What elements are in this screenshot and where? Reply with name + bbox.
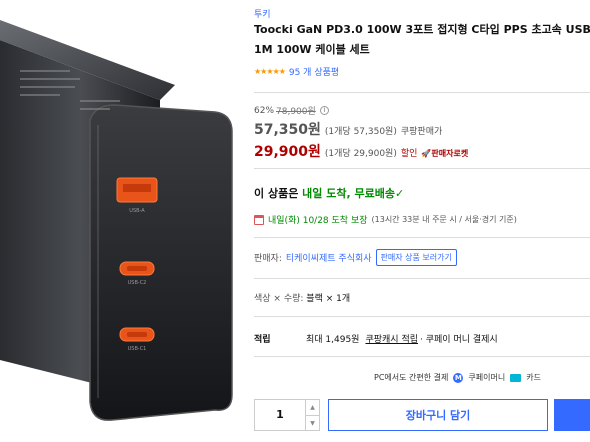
option-row: 색상 × 수량: 블랙 × 1개 [254,291,350,304]
product-title: Toocki GaN PD3.0 100W 3포트 접지형 C타입 PPS 초고… [254,23,590,56]
rating[interactable]: ★★★★★ 95 개 상품평 [254,65,339,78]
coupang-unit-price: (1개당 57,350원) [324,127,397,137]
sale-price-row: 29,900원 (1개당 29,900원) 할인 🚀판매자로켓 [254,141,468,161]
delivery-prefix: 이 상품은 [254,187,303,200]
seller-rocket-badge: 🚀판매자로켓 [421,149,469,158]
delivery-date: 내일(화) 10/28 도착 보장 [268,216,368,226]
sale-label: 할인 [400,149,418,159]
coupang-cash-link[interactable]: 쿠팡캐시 적립 [365,332,418,345]
quantity-stepper[interactable]: 1 ▲ ▼ [254,399,320,431]
delivery-condition: (13시간 33분 내 주문 시 / 서울·경기 기준) [371,215,517,224]
brand-link[interactable]: 투키 [254,7,271,20]
svg-text:USB-A: USB-A [129,208,145,214]
sale-unit-price: (1개당 29,900원) [324,149,397,159]
divider [254,356,590,357]
divider [254,168,590,169]
sale-price: 29,900원 [254,144,321,160]
divider [254,92,590,93]
seller-row: 판매자: 티케이씨제트 주식회사 판매자 상품 보러가기 [254,249,457,266]
points-label: 적립 [254,335,271,345]
seller-label: 판매자: [254,254,282,264]
quantity-up-icon[interactable]: ▲ [306,400,319,416]
delivery-date-row: 내일(화) 10/28 도착 보장 (13시간 33분 내 주문 시 / 서울·… [254,213,517,226]
delivery-summary: 이 상품은 내일 도착, 무료배송✓ [254,185,404,201]
divider [254,278,590,279]
divider [254,237,590,238]
delivery-highlight: 내일 도착, 무료배송 [302,187,395,200]
coupang-price-row: 57,350원 (1개당 57,350원) 쿠팡판매가 [254,119,442,139]
calendar-icon [254,214,264,225]
points-max: 최대 1,495원 [306,335,360,345]
original-price-row: 62% 78,900원 i [254,104,329,117]
check-icon: ✓ [394,187,405,200]
option-label: 색상 × 수량: [254,294,304,304]
card-icon [510,373,522,382]
product-image[interactable]: USB-A USB-C2 USB-C1 [0,0,240,442]
coupang-price-label: 쿠팡판매가 [400,127,443,137]
points-condition: · 쿠페이 머니 결제시 [420,335,498,345]
svg-text:USB-C2: USB-C2 [128,280,147,286]
svg-text:USB-C1: USB-C1 [128,346,147,352]
payment-text: PC에서도 간편한 결제 [374,373,449,382]
card-label[interactable]: 카드 [526,372,541,383]
discount-rate: 62% [254,105,275,116]
option-value: 블랙 × 1개 [306,294,351,304]
coupay-label[interactable]: 쿠페이머니 [468,372,505,383]
seller-name-link[interactable]: 티케이씨제트 주식회사 [286,251,372,264]
coupang-price: 57,350원 [254,122,321,138]
seller-products-button[interactable]: 판매자 상품 보러가기 [375,249,457,266]
payment-row: PC에서도 간편한 결제 M 쿠페이머니 카드 [374,372,541,383]
product-info: 투키 Toocki GaN PD3.0 100W 3포트 접지형 C타입 PPS… [254,0,590,442]
quantity-down-icon[interactable]: ▼ [306,416,319,431]
add-to-cart-button[interactable]: 장바구니 담기 [328,399,548,431]
star-rating-icon: ★★★★★ [254,67,286,76]
quantity-arrows: ▲ ▼ [305,400,319,430]
buy-now-button[interactable] [554,399,590,431]
divider [254,316,590,317]
info-icon[interactable]: i [319,106,329,115]
review-count-link[interactable]: 95 개 상품평 [289,65,339,78]
points-row: 적립 최대 1,495원 쿠팡캐시 적립 · 쿠페이 머니 결제시 [254,332,590,345]
quantity-input[interactable]: 1 [255,400,305,430]
original-price: 78,900원 [276,107,316,117]
coupay-icon: M [453,372,464,383]
